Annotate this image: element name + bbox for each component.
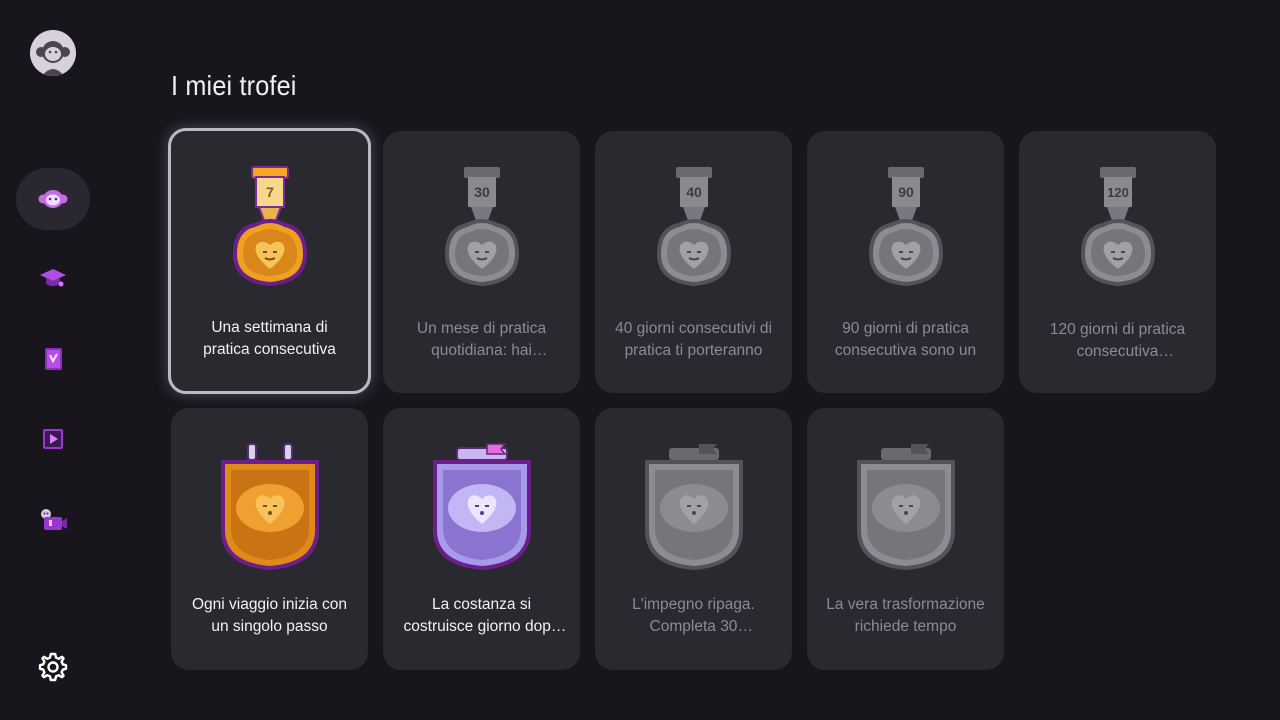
locked-shield-icon [856, 444, 955, 571]
trophy-description: Un mese di pratica quotidiana: hai dimos… [416, 320, 547, 359]
medal-number: 90 [898, 184, 914, 200]
svg-text:7: 7 [266, 184, 274, 200]
graduation-cap-icon [40, 269, 66, 287]
trophy-card-30-days[interactable]: 30 Un mese di pratica quotidiana: hai di… [383, 131, 580, 393]
medal-number: 40 [686, 184, 702, 200]
trophy-description: 120 giorni di pratica consecutiva rappre… [1049, 321, 1186, 360]
locked-medal-icon: 90 [868, 167, 943, 287]
trophy-card-consistency[interactable]: La costanza si costruisce giorno dopo gi… [383, 408, 580, 670]
locked-shield-icon [644, 444, 743, 571]
purple-shield-icon [432, 443, 531, 571]
medal-badge-gold: 7 [171, 131, 368, 321]
shield-badge-locked [807, 408, 1004, 598]
medal-badge-locked: 30 [383, 131, 580, 321]
locked-medal-icon: 30 [444, 167, 519, 287]
sidebar-item-trophies[interactable] [16, 168, 90, 230]
page-title: I miei trofei [171, 70, 297, 101]
trophy-description: 40 giorni consecutivi di pratica ti port… [615, 320, 772, 359]
medal-badge-locked: 90 [807, 131, 1004, 321]
camera-monkey-icon [41, 509, 67, 530]
shield-badge-gold [171, 408, 368, 598]
medal-number: 120 [1107, 185, 1129, 200]
monkey-avatar-icon[interactable] [30, 30, 76, 76]
medal-number: 30 [474, 184, 490, 200]
trophy-description: L'impegno ripaga. Completa 30 meditazion… [632, 596, 755, 635]
sidebar-item-courses[interactable] [16, 247, 90, 309]
medal-badge-locked: 40 [595, 131, 792, 321]
settings-button[interactable] [37, 651, 69, 683]
trophy-description: Una settimana di pratica consecutiva [203, 319, 336, 358]
trophy-card-transformation[interactable]: La vera trasformazione richiede tempo [807, 408, 1004, 670]
trophy-card-first-step[interactable]: Ogni viaggio inizia con un singolo passo [171, 408, 368, 670]
trophy-card-90-days[interactable]: 90 90 giorni di pratica consecutiva sono… [807, 131, 1004, 393]
sidebar-item-camera[interactable] [16, 489, 90, 551]
notebook-icon [45, 348, 62, 370]
gold-shield-icon [220, 443, 319, 571]
sidebar [0, 0, 110, 720]
shield-badge-purple [383, 408, 580, 598]
gear-icon [38, 652, 68, 682]
trophy-card-30-meditations[interactable]: L'impegno ripaga. Completa 30 meditazion… [595, 408, 792, 670]
locked-medal-icon: 40 [656, 167, 731, 287]
trophy-card-40-days[interactable]: 40 40 giorni consecutivi di pratica ti p… [595, 131, 792, 393]
gold-medal-icon: 7 [232, 166, 307, 287]
trophy-description: 90 giorni di pratica consecutiva sono un [834, 320, 977, 359]
trophy-card-120-days[interactable]: 120 120 giorni di pratica consecutiva ra… [1019, 131, 1216, 393]
monkey-trophies-icon [38, 190, 68, 208]
sidebar-item-journal[interactable] [16, 328, 90, 390]
locked-medal-icon: 120 [1080, 167, 1155, 287]
shield-badge-locked [595, 408, 792, 598]
sidebar-item-videos[interactable] [16, 408, 90, 470]
play-video-icon [43, 429, 63, 449]
trophy-description: La vera trasformazione richiede tempo [826, 596, 985, 635]
trophy-description: Ogni viaggio inizia con un singolo passo [191, 596, 348, 635]
medal-badge-locked: 120 [1019, 131, 1216, 321]
trophy-card-7-days[interactable]: 7 Una settimana di pratica consecutiva [168, 128, 371, 394]
trophy-description: La costanza si costruisce giorno dopo gi… [403, 596, 560, 635]
